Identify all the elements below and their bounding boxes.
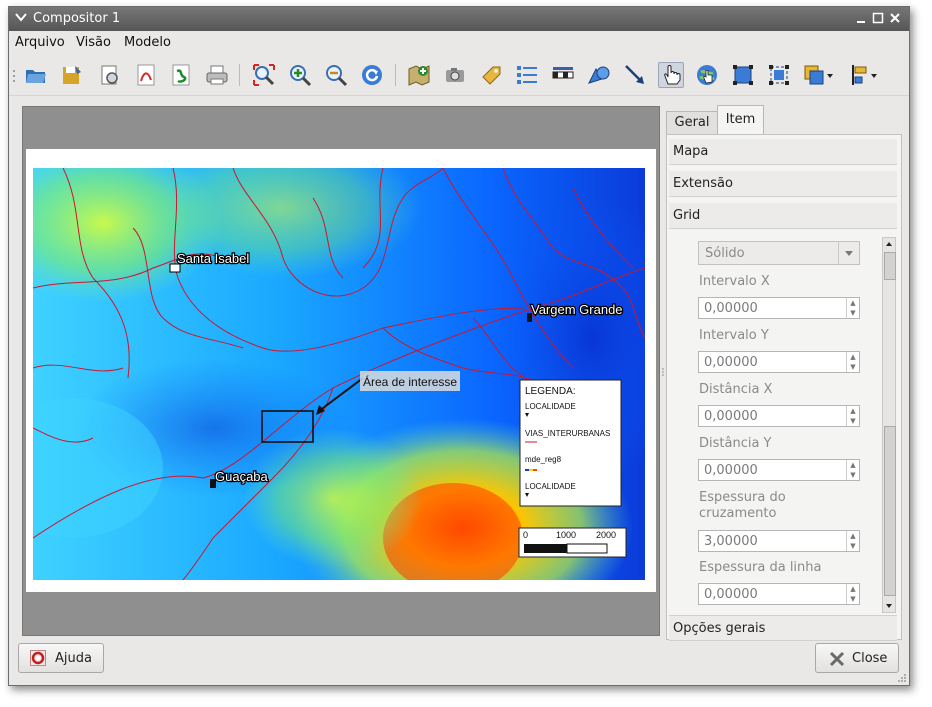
zoom-full-icon[interactable] [252,63,276,87]
menu-bar: Arquivo Visão Modelo [9,31,909,53]
spin-arrows-icon[interactable]: ▲ ▼ [846,352,859,372]
interval-x-spinbox[interactable]: 0,00000 ▲ ▼ [698,297,860,319]
menu-modelo[interactable]: Modelo [124,35,171,50]
item-properties-panel: Mapa Extensão Grid Sólido Intervalo X 0,… [666,134,902,641]
compositor-window: Compositor 1 Arquivo Visão Modelo Área d… [8,6,910,686]
menu-visao[interactable]: Visão [76,35,111,50]
maximize-icon[interactable] [872,12,884,24]
spin-arrows-icon[interactable]: ▲ ▼ [846,460,859,480]
add-shape-icon[interactable] [587,63,611,87]
zoom-in-icon[interactable] [288,63,312,87]
add-image-icon[interactable] [443,63,467,87]
save-icon[interactable] [60,63,84,87]
interval-y-label: Intervalo Y [699,328,769,343]
select-move-icon[interactable] [658,62,684,88]
title-bar: Compositor 1 [9,7,909,31]
add-arrow-icon[interactable] [623,63,647,87]
add-label-icon[interactable] [479,63,503,87]
scrollbar-thumb[interactable] [884,252,896,280]
distance-y-label: Distância Y [699,436,772,451]
svg-text:LOCALIDADE: LOCALIDADE [525,482,576,491]
svg-text:Guaçaba: Guaçaba [215,469,269,484]
section-opcoes-gerais[interactable]: Opções gerais [669,615,897,641]
scroll-up-icon[interactable] [884,239,894,249]
distance-y-spinbox[interactable]: 0,00000 ▲ ▼ [698,459,860,481]
zoom-out-icon[interactable] [324,63,348,87]
cross-width-spinbox[interactable]: 3,00000 ▲ ▼ [698,530,860,552]
composer-canvas[interactable]: Área de interesse Santa Isabel Vargem Gr… [22,106,660,636]
svg-text:mde_reg8: mde_reg8 [525,455,562,464]
print-preview-icon[interactable] [98,63,122,87]
scalebar-item[interactable]: 0 1000 2000 [518,527,627,558]
print-page: Área de interesse Santa Isabel Vargem Gr… [26,149,656,592]
window-title: Compositor 1 [33,11,121,26]
window-menu-icon[interactable] [14,10,28,24]
interval-x-label: Intervalo X [699,274,770,289]
pdf-icon[interactable] [134,63,158,87]
spin-arrows-icon[interactable]: ▲ ▼ [846,584,859,604]
panel-scrollbar[interactable] [882,237,896,613]
cross-width-label: Espessura do cruzamento [699,490,786,521]
grid-style-value: Sólido [705,246,745,261]
close-button[interactable]: Close [815,643,899,673]
add-map-icon[interactable] [407,63,431,87]
line-width-label: Espessura da linha [699,560,822,575]
svg-text:LOCALIDADE: LOCALIDADE [525,402,576,411]
refresh-icon[interactable] [360,63,384,87]
svg-text:VIAS_INTERURBANAS: VIAS_INTERURBANAS [525,429,610,438]
toolbar [9,55,909,96]
scrollbar-track-fill [884,426,896,596]
distance-x-spinbox[interactable]: 0,00000 ▲ ▼ [698,405,860,427]
tab-geral[interactable]: Geral [666,111,718,134]
group-icon[interactable] [731,63,755,87]
panel-tabs: Geral Item [666,105,904,136]
chevron-down-icon [845,251,853,256]
svg-text:2000: 2000 [596,530,616,540]
spin-arrows-icon[interactable]: ▲ ▼ [846,406,859,426]
svg-text:Vargem Grande: Vargem Grande [531,302,623,317]
section-extensao[interactable]: Extensão [669,171,897,197]
print-icon[interactable] [205,63,229,87]
add-legend-icon[interactable] [515,63,539,87]
align-icon[interactable] [849,63,879,87]
distance-x-label: Distância X [699,382,773,397]
area-of-interest-label: Área de interesse [363,374,457,389]
move-content-icon[interactable] [695,63,719,87]
grid-style-select[interactable]: Sólido [698,241,860,265]
close-window-icon[interactable] [889,12,901,24]
panel-splitter[interactable] [661,367,665,377]
resize-grip-icon[interactable] [897,673,907,683]
svg-text:LEGENDA:: LEGENDA: [525,386,576,397]
minimize-icon[interactable] [855,12,867,24]
svg-text:1000: 1000 [556,530,576,540]
toolbar-separator [395,64,396,86]
section-mapa[interactable]: Mapa [669,139,897,165]
add-scalebar-icon[interactable] [551,63,575,87]
section-grid[interactable]: Grid [669,203,897,229]
scroll-down-icon[interactable] [884,601,894,611]
line-width-spinbox[interactable]: 0,00000 ▲ ▼ [698,583,860,605]
svg-text:Santa Isabel: Santa Isabel [177,251,249,266]
svg-text:0: 0 [523,530,528,540]
toolbar-handle[interactable] [12,69,16,83]
help-button-label: Ajuda [55,651,92,666]
ungroup-icon[interactable] [767,63,791,87]
menu-arquivo[interactable]: Arquivo [15,35,65,50]
spin-arrows-icon[interactable]: ▲ ▼ [846,298,859,318]
spin-arrows-icon[interactable]: ▲ ▼ [846,531,859,551]
toolbar-separator [239,64,240,86]
close-button-label: Close [852,651,888,666]
open-icon[interactable] [24,63,48,87]
interval-y-spinbox[interactable]: 0,00000 ▲ ▼ [698,351,860,373]
map-item[interactable]: Área de interesse Santa Isabel Vargem Gr… [33,168,645,580]
svg-icon[interactable] [169,63,193,87]
close-x-icon [829,651,845,667]
tab-item[interactable]: Item [717,105,764,136]
help-button[interactable]: Ajuda [18,643,104,673]
raise-icon[interactable] [803,63,833,87]
lifebuoy-icon [30,650,46,666]
legend-item[interactable]: LEGENDA: LOCALIDADE VIAS_INTERURBANAS md… [519,379,622,507]
